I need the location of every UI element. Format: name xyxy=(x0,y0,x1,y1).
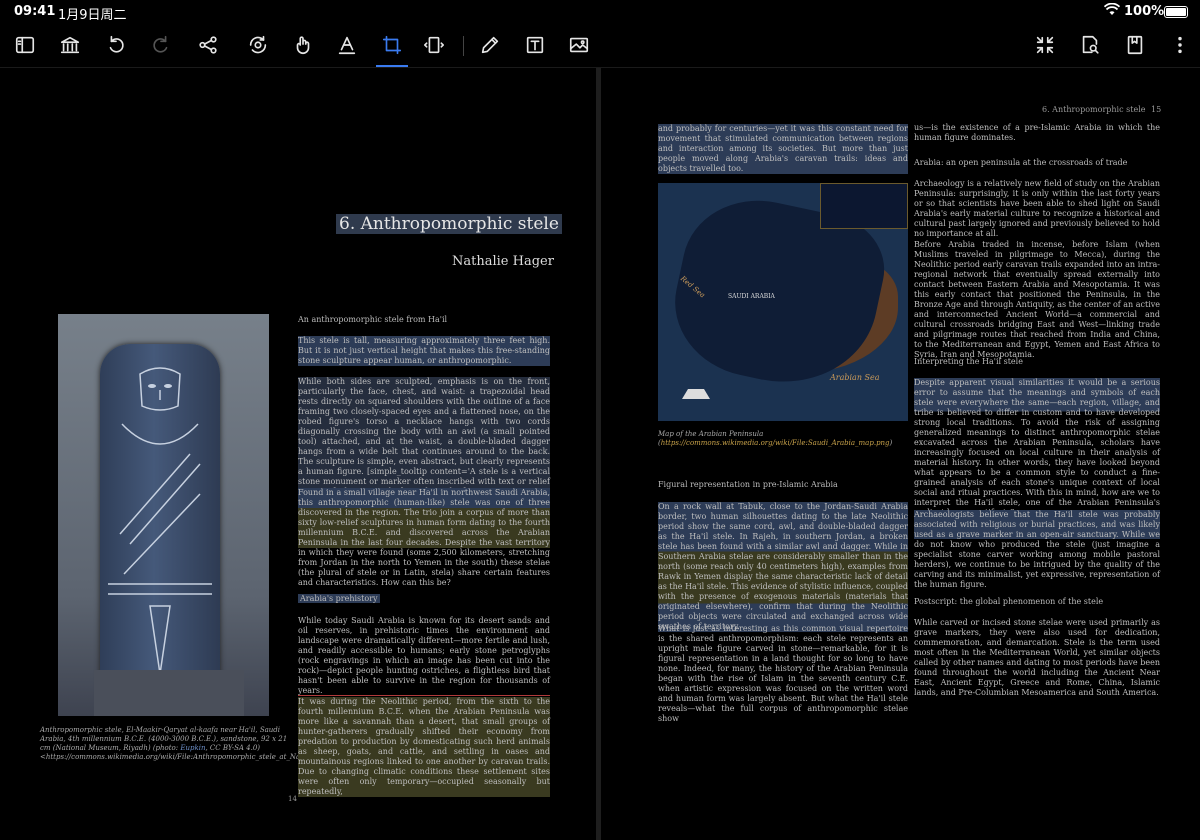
paragraph-2: While both sides are sculpted, emphasis … xyxy=(298,377,550,497)
heading-interpreting: Interpreting the Ha'il stele xyxy=(914,357,1023,366)
paragraph-continued: and probably for centuries—yet it was th… xyxy=(658,124,908,174)
search-document-icon[interactable] xyxy=(1077,32,1103,58)
heading-open-peninsula: Arabia: an open peninsula at the crossro… xyxy=(914,158,1128,167)
north-arrow-icon xyxy=(682,389,710,399)
hand-icon[interactable] xyxy=(290,32,316,58)
status-bar: 09:41 1月9日周二 100% xyxy=(0,0,1200,24)
paragraph-shared: What is just as interesting as this comm… xyxy=(658,624,908,723)
bookmark-icon[interactable] xyxy=(1122,32,1148,58)
chapter-title: 6. Anthropomorphic stele xyxy=(336,214,562,234)
map-caption-end: ) xyxy=(889,439,893,447)
paragraph-figural: On a rock wall at Tabuk, close to the Jo… xyxy=(658,502,908,632)
image-icon[interactable] xyxy=(566,32,592,58)
page-number-left: 14 xyxy=(288,795,297,803)
fit-page-icon[interactable] xyxy=(421,32,447,58)
caption-link[interactable]: Eupkin xyxy=(180,744,205,752)
paragraph-archaeology: Archaeology is a relatively new field of… xyxy=(914,179,1160,238)
running-head: 6. Anthropomorphic stele xyxy=(1042,105,1146,114)
collapse-icon[interactable] xyxy=(1032,32,1058,58)
paragraph-5: It was during the Neolithic period, from… xyxy=(298,697,550,797)
map-country-label: SAUDI ARABIA xyxy=(728,293,775,300)
figure-caption: Anthropomorphic stele, El-Maakir-Qaryat … xyxy=(40,726,421,762)
crop-icon[interactable] xyxy=(379,32,405,58)
heading-prehistory: Arabia's prehistory xyxy=(298,594,380,603)
sidebar-icon[interactable] xyxy=(12,32,38,58)
battery-percent: 100% xyxy=(1124,4,1165,19)
map-caption-link[interactable]: https://commons.wikimedia.org/wiki/File:… xyxy=(661,439,890,447)
display-pedestal xyxy=(94,670,244,716)
pen-icon[interactable] xyxy=(477,32,503,58)
paragraph-4: While today Saudi Arabia is known for it… xyxy=(298,616,550,695)
paragraph-incense: Before Arabia traded in incense, before … xyxy=(914,240,1161,359)
column2-top: us—is the existence of a pre-Islamic Ara… xyxy=(914,123,1160,142)
map-caption: Map of the Arabian Peninsula (https://co… xyxy=(658,430,908,448)
paragraph-1: This stele is tall, measuring approximat… xyxy=(298,336,550,366)
toolbar-divider xyxy=(463,36,464,56)
more-icon[interactable] xyxy=(1167,32,1193,58)
left-page[interactable]: 6. Anthropomorphic stele Nathalie Hager … xyxy=(0,68,596,840)
battery-icon xyxy=(1164,6,1188,18)
page-number-right: 15 xyxy=(1151,105,1162,114)
text-style-icon[interactable] xyxy=(334,32,360,58)
active-tool-indicator xyxy=(376,65,408,67)
undo-icon[interactable] xyxy=(103,32,129,58)
stele-photo xyxy=(58,314,269,716)
heading-figural: Figural representation in pre-Islamic Ar… xyxy=(658,480,838,489)
toolbar xyxy=(0,24,1200,68)
arabia-map: SAUDI ARABIA Red Sea Arabian Sea xyxy=(658,183,908,421)
rotate-icon[interactable] xyxy=(245,32,271,58)
wifi-icon xyxy=(1103,2,1121,21)
text-box-icon[interactable] xyxy=(522,32,548,58)
paragraph-postscript: While carved or incised stone stelae wer… xyxy=(914,618,1160,697)
section-heading: An anthropomorphic stele from Ha'il xyxy=(298,315,448,324)
share-icon[interactable] xyxy=(195,32,221,58)
stele-sculpture xyxy=(100,344,220,704)
map-inset xyxy=(820,183,908,229)
map-sea-label: Arabian Sea xyxy=(830,373,880,382)
redo-icon[interactable] xyxy=(148,32,174,58)
status-time: 09:41 xyxy=(14,4,56,19)
paragraph-interpreting: Despite apparent visual similarities it … xyxy=(914,378,1160,518)
chapter-author: Nathalie Hager xyxy=(452,254,554,269)
paragraph-3: Found in a small village near Ha'il in n… xyxy=(298,488,550,588)
paragraph-archaeologists: Archaeologists believe that the Ha'il st… xyxy=(914,510,1160,590)
right-page[interactable]: 6. Anthropomorphic stele 15 and probably… xyxy=(601,68,1200,840)
heading-postscript: Postscript: the global phenomenon of the… xyxy=(914,597,1104,606)
library-icon[interactable] xyxy=(57,32,83,58)
status-date: 1月9日周二 xyxy=(58,8,127,23)
